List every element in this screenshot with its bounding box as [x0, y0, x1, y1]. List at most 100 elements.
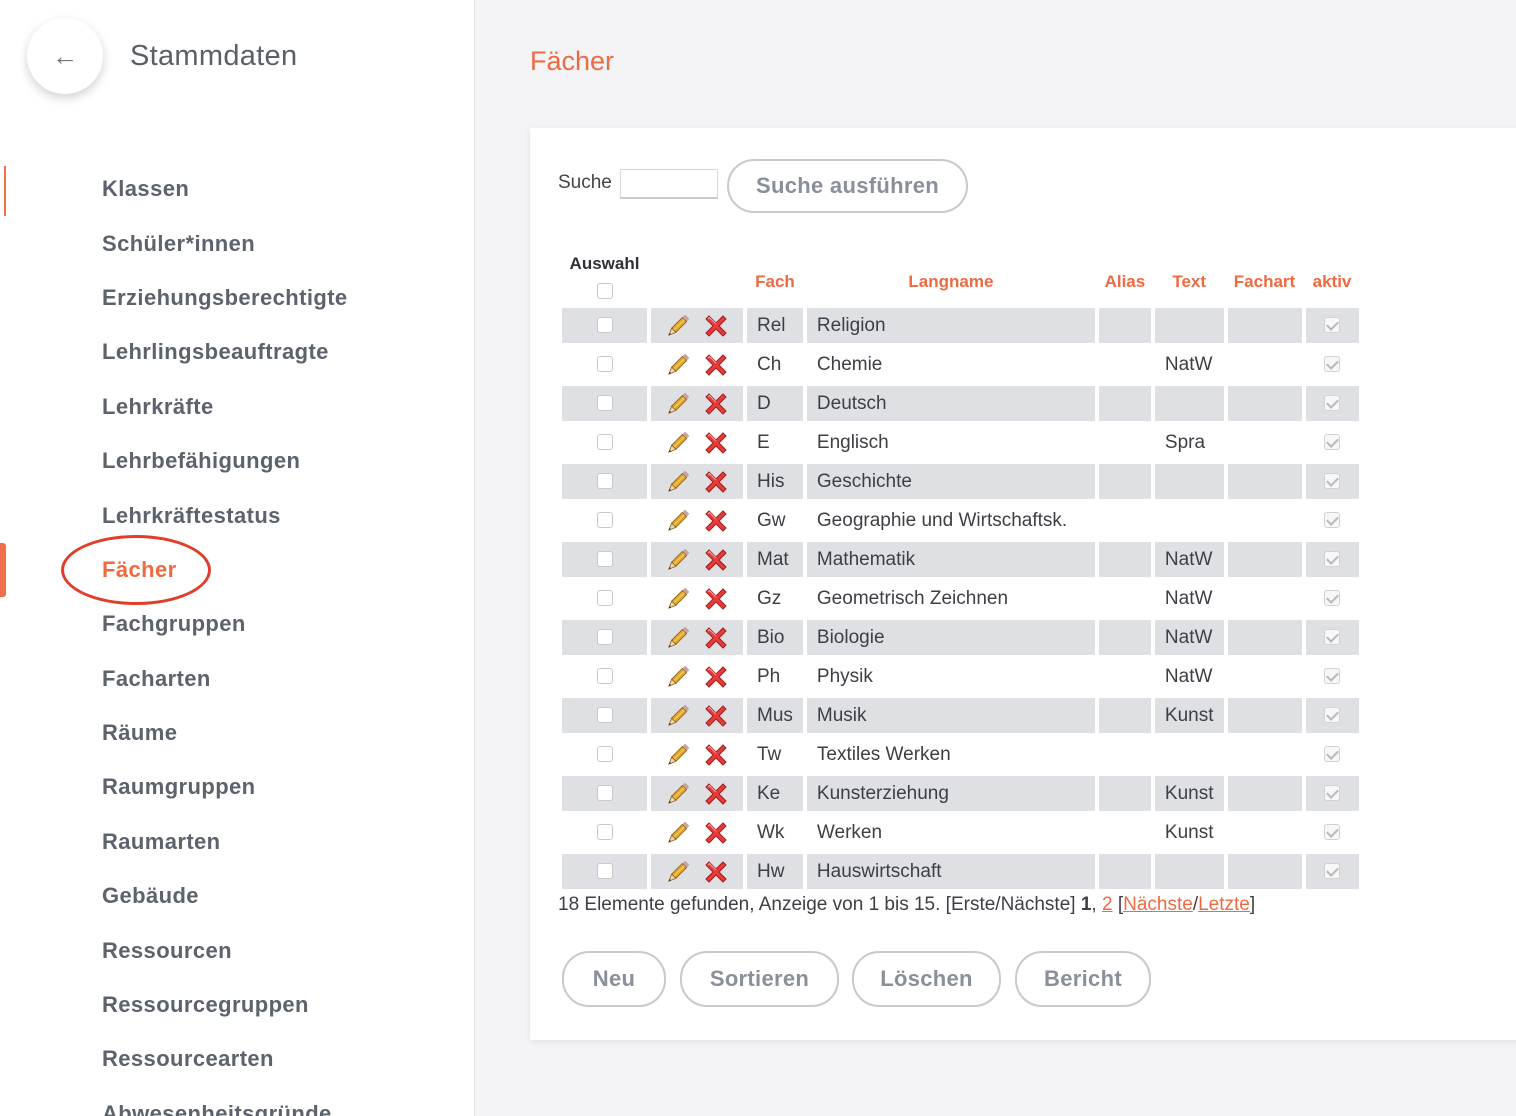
select-all-checkbox[interactable]: [596, 282, 613, 299]
back-button[interactable]: ←: [27, 18, 103, 94]
cell-alias: [1099, 581, 1151, 616]
pagination-last-link[interactable]: Letzte: [1198, 894, 1250, 915]
row-select-cell: [562, 659, 647, 694]
row-select-checkbox[interactable]: [596, 590, 613, 607]
sidebar-item-14[interactable]: Ressourcen: [102, 923, 348, 977]
pencil-icon[interactable]: [663, 311, 693, 341]
header-fachart[interactable]: Fachart: [1228, 254, 1302, 304]
sidebar-item-17[interactable]: Abwesenheitsgründe: [102, 1087, 348, 1116]
sidebar-item-5[interactable]: Lehrbefähigungen: [102, 434, 348, 488]
red-x-icon[interactable]: [701, 545, 731, 575]
cell-text: NatW: [1154, 542, 1224, 577]
red-x-icon[interactable]: [701, 311, 731, 341]
cell-fachart: [1228, 581, 1302, 616]
pencil-icon[interactable]: [663, 662, 693, 692]
row-select-cell: [562, 620, 647, 655]
row-select-checkbox[interactable]: [596, 824, 613, 841]
pencil-icon[interactable]: [663, 506, 693, 536]
header-text[interactable]: Text: [1155, 254, 1224, 304]
row-select-checkbox[interactable]: [596, 668, 613, 685]
sidebar-item-3[interactable]: Lehrlingsbeauftragte: [102, 325, 348, 379]
aktiv-checkbox: [1324, 668, 1340, 685]
pencil-icon[interactable]: [663, 389, 693, 419]
red-x-icon[interactable]: [701, 389, 731, 419]
header-auswahl: Auswahl: [562, 254, 647, 304]
table-row: E Englisch Spra: [562, 425, 1359, 460]
search-input[interactable]: [620, 169, 718, 199]
row-select-checkbox[interactable]: [596, 512, 613, 529]
row-select-checkbox[interactable]: [596, 707, 613, 724]
sidebar-item-8[interactable]: Fachgruppen: [102, 597, 348, 651]
header-aktiv[interactable]: aktiv: [1306, 254, 1359, 304]
pencil-icon[interactable]: [663, 779, 693, 809]
sidebar-item-11[interactable]: Raumgruppen: [102, 760, 348, 814]
cell-aktiv: [1305, 542, 1359, 577]
row-select-checkbox[interactable]: [596, 629, 613, 646]
sidebar-item-2[interactable]: Erziehungsberechtigte: [102, 271, 348, 325]
red-x-icon[interactable]: [701, 506, 731, 536]
row-select-checkbox[interactable]: [596, 785, 613, 802]
sidebar-item-7[interactable]: Fächer: [102, 543, 348, 597]
cell-aktiv: [1306, 815, 1359, 850]
table-row: Gw Geographie und Wirtschaftsk.: [562, 503, 1359, 538]
red-x-icon[interactable]: [701, 740, 731, 770]
sidebar-item-4[interactable]: Lehrkräfte: [102, 380, 348, 434]
red-x-icon[interactable]: [701, 779, 731, 809]
row-select-checkbox[interactable]: [596, 317, 613, 334]
header-fach[interactable]: Fach: [747, 254, 803, 304]
new-button[interactable]: Neu: [562, 951, 666, 1007]
sidebar-item-0[interactable]: Klassen: [102, 162, 348, 216]
red-x-icon[interactable]: [701, 662, 731, 692]
pagination-current-page: 1: [1080, 894, 1092, 915]
red-x-icon[interactable]: [701, 701, 731, 731]
row-select-checkbox[interactable]: [596, 746, 613, 763]
pagination-page-2-link[interactable]: 2: [1102, 894, 1113, 915]
pencil-icon[interactable]: [663, 428, 693, 458]
row-select-checkbox[interactable]: [596, 434, 613, 451]
report-button[interactable]: Bericht: [1015, 951, 1151, 1007]
table-row: Ph Physik NatW: [562, 659, 1359, 694]
pencil-icon[interactable]: [663, 701, 693, 731]
pencil-icon[interactable]: [663, 350, 693, 380]
pagination: 18 Elemente gefunden, Anzeige von 1 bis …: [558, 894, 1255, 916]
row-select-checkbox[interactable]: [596, 356, 613, 373]
red-x-icon[interactable]: [701, 428, 731, 458]
sidebar-item-15[interactable]: Ressourcegruppen: [102, 978, 348, 1032]
table-row: Gz Geometrisch Zeichnen NatW: [562, 581, 1359, 616]
header-alias[interactable]: Alias: [1099, 254, 1151, 304]
sidebar-item-13[interactable]: Gebäude: [102, 869, 348, 923]
red-x-icon[interactable]: [701, 857, 731, 887]
red-x-icon[interactable]: [701, 467, 731, 497]
row-actions-cell: [651, 542, 743, 577]
aktiv-checkbox: [1324, 434, 1340, 451]
sidebar-item-6[interactable]: Lehrkräftestatus: [102, 488, 348, 542]
red-x-icon[interactable]: [701, 584, 731, 614]
sidebar-item-12[interactable]: Raumarten: [102, 815, 348, 869]
sidebar-item-1[interactable]: Schüler*innen: [102, 216, 348, 270]
pencil-icon[interactable]: [663, 545, 693, 575]
pencil-icon[interactable]: [663, 818, 693, 848]
row-select-checkbox[interactable]: [596, 551, 613, 568]
red-x-icon[interactable]: [701, 350, 731, 380]
sidebar-item-9[interactable]: Facharten: [102, 652, 348, 706]
delete-button[interactable]: Löschen: [852, 951, 1001, 1007]
row-select-checkbox[interactable]: [596, 395, 613, 412]
row-select-checkbox[interactable]: [596, 473, 613, 490]
pagination-next-link[interactable]: Nächste: [1123, 894, 1193, 915]
pencil-icon[interactable]: [663, 857, 693, 887]
sidebar-item-16[interactable]: Ressourcearten: [102, 1032, 348, 1086]
search-button[interactable]: Suche ausführen: [727, 159, 968, 213]
pencil-icon[interactable]: [663, 584, 693, 614]
pencil-icon[interactable]: [663, 467, 693, 497]
header-langname[interactable]: Langname: [807, 254, 1095, 304]
sidebar-item-10[interactable]: Räume: [102, 706, 348, 760]
row-actions-cell: [651, 737, 743, 772]
sort-button[interactable]: Sortieren: [680, 951, 839, 1007]
row-select-checkbox[interactable]: [596, 863, 613, 880]
red-x-icon[interactable]: [701, 818, 731, 848]
pencil-icon[interactable]: [663, 740, 693, 770]
red-x-icon[interactable]: [701, 623, 731, 653]
cell-aktiv: [1305, 854, 1359, 889]
pencil-icon[interactable]: [663, 623, 693, 653]
sidebar: ← Stammdaten Klassen Schüler*innen Erziehu…: [0, 0, 475, 1116]
